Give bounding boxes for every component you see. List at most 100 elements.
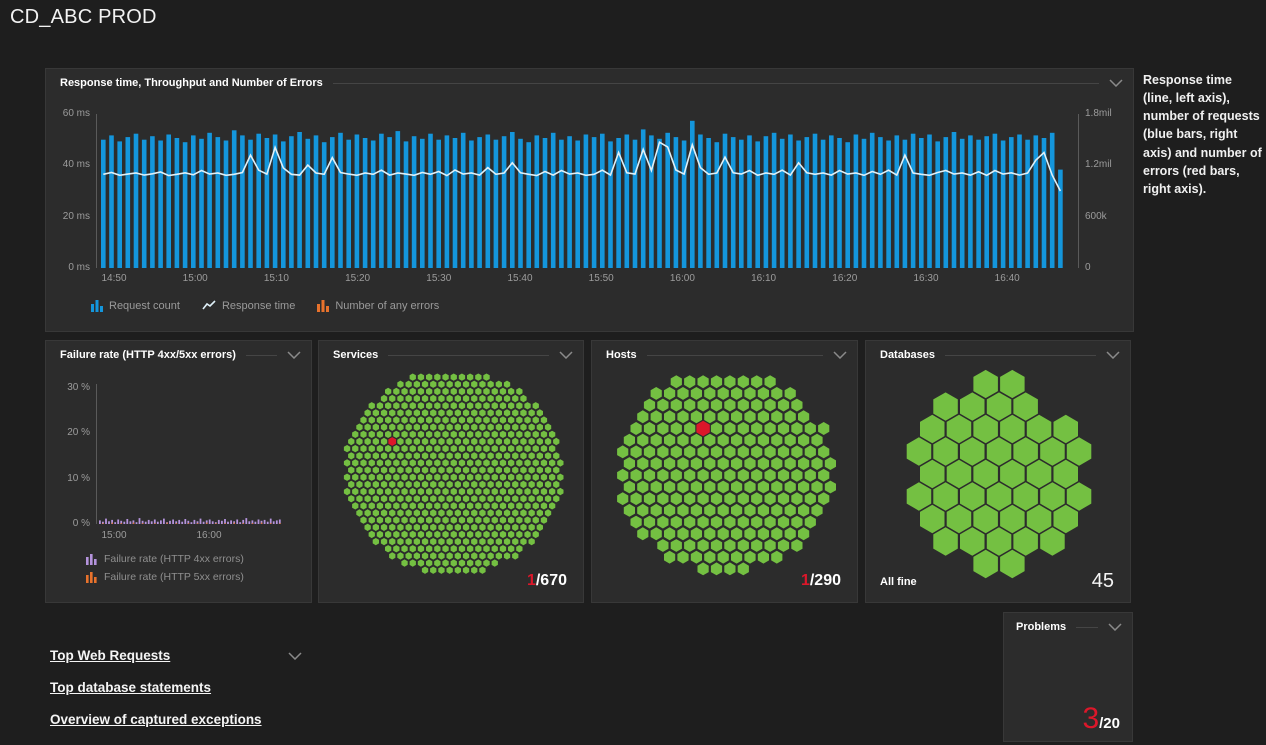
request-count-bar bbox=[289, 136, 294, 268]
service-hex bbox=[455, 438, 461, 445]
hosts-honeycomb[interactable] bbox=[592, 341, 857, 602]
service-hex bbox=[537, 467, 543, 474]
throughput-tile-title: Response time, Throughput and Number of … bbox=[60, 77, 323, 89]
failure-5xx-bar bbox=[215, 523, 216, 524]
service-hex bbox=[377, 416, 383, 423]
service-hex bbox=[463, 409, 469, 416]
link-overview-captured-exceptions[interactable]: Overview of captured exceptions bbox=[50, 712, 262, 727]
host-hex bbox=[731, 504, 742, 517]
service-hex bbox=[488, 538, 494, 545]
database-hex bbox=[1054, 415, 1079, 443]
service-hex bbox=[508, 416, 514, 423]
service-hex bbox=[389, 524, 395, 531]
host-hex bbox=[765, 375, 776, 388]
database-hex bbox=[1027, 415, 1052, 443]
chevron-down-icon[interactable] bbox=[1108, 623, 1122, 631]
service-hex bbox=[455, 552, 461, 559]
hosts-bad-count: 1 bbox=[801, 572, 810, 589]
host-hex bbox=[778, 422, 789, 435]
service-hex bbox=[512, 509, 518, 516]
throughput-chart-plot[interactable] bbox=[96, 114, 1079, 268]
service-hex bbox=[541, 474, 547, 481]
service-hex bbox=[475, 531, 481, 538]
request-count-bar bbox=[747, 135, 752, 268]
databases-tile[interactable]: Databases All fine 45 bbox=[865, 340, 1131, 603]
service-hex bbox=[471, 467, 477, 474]
service-hex bbox=[442, 388, 448, 395]
host-hex bbox=[711, 375, 722, 388]
service-hex bbox=[422, 524, 428, 531]
service-hex bbox=[447, 524, 453, 531]
failure-4xx-bar bbox=[139, 518, 141, 524]
service-hex bbox=[475, 416, 481, 423]
failure-5xx-bar bbox=[243, 523, 244, 524]
request-count-bar bbox=[862, 139, 867, 268]
failure-5xx-bar bbox=[188, 523, 189, 524]
service-hex bbox=[401, 559, 407, 566]
host-hex bbox=[724, 562, 735, 575]
service-hex bbox=[529, 481, 535, 488]
databases-honeycomb[interactable] bbox=[866, 341, 1130, 602]
legend-response-time[interactable]: Response time bbox=[202, 300, 295, 312]
service-hex bbox=[418, 374, 424, 381]
service-hex bbox=[455, 424, 461, 431]
host-hex bbox=[698, 492, 709, 505]
services-honeycomb[interactable] bbox=[319, 341, 583, 602]
service-hex bbox=[504, 381, 510, 388]
service-hex bbox=[492, 531, 498, 538]
service-hex bbox=[512, 467, 518, 474]
host-hex bbox=[651, 410, 662, 423]
link-top-web-requests[interactable]: Top Web Requests bbox=[50, 648, 170, 663]
service-hex bbox=[512, 409, 518, 416]
service-hex bbox=[356, 467, 362, 474]
service-hex bbox=[381, 467, 387, 474]
service-hex bbox=[430, 524, 436, 531]
request-count-bar bbox=[486, 135, 491, 269]
problems-tile[interactable]: Problems 3 /20 bbox=[1003, 612, 1133, 742]
hosts-tile[interactable]: Hosts 1/290 bbox=[591, 340, 858, 603]
legend-4xx[interactable]: Failure rate (HTTP 4xx errors) bbox=[86, 553, 244, 565]
service-hex bbox=[467, 517, 473, 524]
service-hex bbox=[516, 402, 522, 409]
service-hex bbox=[479, 567, 485, 574]
hosts-count: 1/290 bbox=[801, 572, 841, 590]
problems-count: 3 /20 bbox=[1082, 704, 1120, 734]
host-hex bbox=[798, 504, 809, 517]
service-hex bbox=[356, 438, 362, 445]
service-hex bbox=[352, 474, 358, 481]
chevron-down-icon[interactable] bbox=[288, 652, 302, 660]
host-hex bbox=[684, 516, 695, 529]
service-hex bbox=[451, 488, 457, 495]
service-hex bbox=[524, 517, 530, 524]
request-count-bar bbox=[895, 135, 900, 268]
service-hex bbox=[512, 552, 518, 559]
request-count-bar bbox=[150, 136, 155, 268]
host-hex bbox=[758, 410, 769, 423]
service-hex bbox=[410, 545, 416, 552]
service-hex bbox=[373, 481, 379, 488]
failure-rate-plot[interactable] bbox=[96, 384, 286, 524]
host-hex bbox=[751, 375, 762, 388]
services-tile[interactable]: Services 1/670 bbox=[318, 340, 584, 603]
request-count-bar bbox=[764, 136, 769, 268]
chevron-down-icon[interactable] bbox=[1109, 79, 1123, 87]
link-top-database-statements[interactable]: Top database statements bbox=[50, 680, 211, 695]
chevron-down-icon[interactable] bbox=[287, 351, 301, 359]
service-hex bbox=[492, 431, 498, 438]
host-hex bbox=[664, 527, 675, 540]
legend-label: Request count bbox=[109, 300, 180, 312]
service-hex bbox=[426, 531, 432, 538]
legend-number-of-errors[interactable]: Number of any errors bbox=[317, 299, 439, 312]
legend-request-count[interactable]: Request count bbox=[91, 299, 180, 312]
request-count-bar bbox=[567, 136, 572, 268]
service-hex bbox=[488, 395, 494, 402]
service-hex bbox=[483, 431, 489, 438]
service-hex bbox=[447, 495, 453, 502]
service-hex bbox=[414, 395, 420, 402]
service-hex bbox=[492, 545, 498, 552]
host-hex bbox=[758, 481, 769, 494]
service-hex bbox=[422, 424, 428, 431]
host-hex bbox=[724, 516, 735, 529]
service-hex bbox=[348, 452, 354, 459]
legend-5xx[interactable]: Failure rate (HTTP 5xx errors) bbox=[86, 571, 244, 583]
